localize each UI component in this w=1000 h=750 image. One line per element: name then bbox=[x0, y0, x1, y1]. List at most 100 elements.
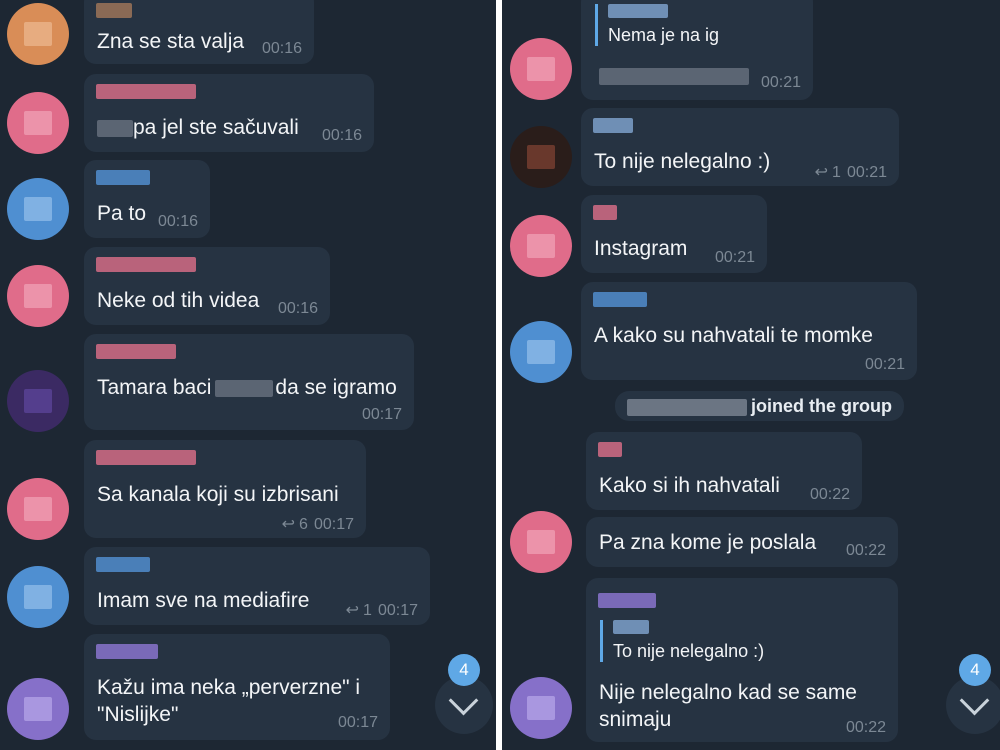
unread-badge: 4 bbox=[959, 654, 991, 686]
message-meta: ↩ 1 00:17 bbox=[346, 600, 418, 620]
quoted-message[interactable]: To nije nelegalno :) bbox=[600, 620, 764, 662]
avatar[interactable] bbox=[510, 215, 572, 277]
redacted-message-text bbox=[599, 68, 749, 85]
avatar-pixelated-face bbox=[24, 585, 52, 609]
sender-name-redacted bbox=[598, 442, 622, 457]
message-text: Pa to bbox=[97, 202, 147, 225]
message-bubble[interactable]: Neke od tih videa 00:16 bbox=[84, 247, 330, 325]
message-bubble[interactable]: Instagram 00:21 bbox=[581, 195, 767, 273]
avatar[interactable] bbox=[7, 178, 69, 240]
message-text: Kako si ih nahvatali bbox=[599, 474, 780, 497]
message-time: 00:21 bbox=[846, 164, 887, 181]
avatar[interactable] bbox=[510, 677, 572, 739]
message-bubble[interactable]: To nije nelegalno :) ↩ 1 00:21 bbox=[581, 108, 899, 186]
avatar[interactable] bbox=[7, 566, 69, 628]
quoted-message[interactable]: Nema je na ig bbox=[595, 4, 719, 46]
reply-count[interactable]: ↩ 1 bbox=[346, 602, 372, 619]
message-bubble[interactable]: Tamara baci da se igramo 00:17 bbox=[84, 334, 414, 430]
reply-arrow-icon: ↩ bbox=[345, 602, 360, 619]
message-time: 00:17 bbox=[377, 602, 418, 619]
message-bubble[interactable]: Sa kanala koji su izbrisani ↩ 6 00:17 bbox=[84, 440, 366, 538]
avatar-pixelated-face bbox=[527, 530, 555, 554]
avatar[interactable] bbox=[510, 126, 572, 188]
message-bubble[interactable]: A kako su nahvatali te momke 00:21 bbox=[581, 282, 917, 380]
message-bubble[interactable]: Nema je na ig 00:21 bbox=[581, 0, 813, 100]
sender-name-redacted bbox=[593, 292, 647, 307]
message-text: Tamara baci da se igramo bbox=[97, 376, 397, 399]
redacted-user-name bbox=[627, 398, 747, 416]
left-chat-panel[interactable]: Zna se sta valja 00:16 pa jel ste sačuva… bbox=[0, 0, 496, 750]
redacted-word bbox=[97, 119, 133, 137]
reply-arrow-icon: ↩ bbox=[281, 516, 296, 533]
avatar[interactable] bbox=[7, 265, 69, 327]
avatar-pixelated-face bbox=[527, 696, 555, 720]
right-chat-panel[interactable]: Nema je na ig 00:21 To nije nelegalno :)… bbox=[502, 0, 1000, 750]
message-text: Neke od tih videa bbox=[97, 289, 260, 312]
quoted-text: To nije nelegalno :) bbox=[613, 641, 765, 661]
message-time: 00:17 bbox=[313, 516, 354, 533]
quoted-text: Nema je na ig bbox=[608, 25, 720, 45]
sender-name-redacted bbox=[96, 557, 150, 572]
message-bubble[interactable]: Pa zna kome je poslala 00:22 bbox=[586, 517, 898, 567]
avatar-pixelated-face bbox=[24, 197, 52, 221]
message-bubble[interactable]: Kažu ima neka „perverzne" i "Nislijke" 0… bbox=[84, 634, 390, 740]
avatar[interactable] bbox=[510, 321, 572, 383]
message-bubble[interactable]: Kako si ih nahvatali 00:22 bbox=[586, 432, 862, 510]
system-join-notice: joined the group bbox=[615, 391, 904, 421]
message-time: 00:22 bbox=[845, 719, 886, 736]
message-time: 00:21 bbox=[864, 356, 905, 373]
sender-name-redacted bbox=[593, 205, 617, 220]
avatar[interactable] bbox=[510, 511, 572, 573]
sender-name-redacted bbox=[593, 118, 633, 133]
message-text: Zna se sta valja bbox=[97, 30, 245, 53]
message-bubble[interactable]: Zna se sta valja 00:16 bbox=[84, 0, 314, 64]
message-meta: ↩ 6 00:17 bbox=[282, 514, 354, 534]
avatar[interactable] bbox=[7, 92, 69, 154]
message-time: 00:16 bbox=[277, 300, 318, 317]
avatar-pixelated-face bbox=[527, 234, 555, 258]
message-time: 00:16 bbox=[261, 40, 302, 57]
avatar-pixelated-face bbox=[527, 145, 555, 169]
message-time: 00:17 bbox=[361, 406, 402, 423]
avatar-pixelated-face bbox=[24, 389, 52, 413]
message-time: 00:16 bbox=[321, 127, 362, 144]
message-text: pa jel ste sačuvali bbox=[97, 114, 299, 141]
message-bubble[interactable]: Pa to 00:16 bbox=[84, 160, 210, 238]
message-time: 00:21 bbox=[714, 249, 755, 266]
sender-name-redacted bbox=[96, 84, 196, 99]
quoted-sender-redacted bbox=[613, 620, 649, 634]
message-text: A kako su nahvatali te momke bbox=[594, 324, 873, 347]
sender-name-redacted bbox=[598, 593, 656, 608]
avatar-pixelated-face bbox=[24, 22, 52, 46]
avatar-pixelated-face bbox=[24, 111, 52, 135]
message-bubble[interactable]: To nije nelegalno :) Nije nelegalno kad … bbox=[586, 578, 898, 742]
avatar[interactable] bbox=[510, 38, 572, 100]
quoted-sender-redacted bbox=[608, 4, 668, 18]
avatar[interactable] bbox=[7, 3, 69, 65]
reply-count[interactable]: ↩ 6 bbox=[282, 516, 308, 533]
sender-name-redacted bbox=[96, 257, 196, 272]
message-text: Pa zna kome je poslala bbox=[599, 531, 817, 554]
avatar-pixelated-face bbox=[24, 497, 52, 521]
message-text: Instagram bbox=[594, 237, 688, 260]
sender-name-redacted bbox=[96, 450, 196, 465]
sender-name-redacted bbox=[96, 170, 150, 185]
sender-name-redacted bbox=[96, 3, 132, 18]
avatar-pixelated-face bbox=[527, 57, 555, 81]
avatar[interactable] bbox=[7, 478, 69, 540]
message-text: Imam sve na mediafire bbox=[97, 589, 310, 612]
message-time: 00:21 bbox=[760, 74, 801, 91]
avatar[interactable] bbox=[7, 370, 69, 432]
avatar[interactable] bbox=[7, 678, 69, 740]
message-bubble[interactable]: Imam sve na mediafire ↩ 1 00:17 bbox=[84, 547, 430, 625]
avatar-pixelated-face bbox=[24, 284, 52, 308]
message-bubble[interactable]: pa jel ste sačuvali 00:16 bbox=[84, 74, 374, 152]
chevron-down-icon bbox=[448, 685, 479, 716]
sender-name-redacted bbox=[96, 644, 158, 659]
unread-badge: 4 bbox=[448, 654, 480, 686]
message-text: To nije nelegalno :) bbox=[594, 150, 771, 173]
message-time: 00:17 bbox=[337, 714, 378, 731]
reply-count[interactable]: ↩ 1 bbox=[815, 164, 841, 181]
reply-arrow-icon: ↩ bbox=[814, 164, 829, 181]
chevron-down-icon bbox=[959, 685, 990, 716]
